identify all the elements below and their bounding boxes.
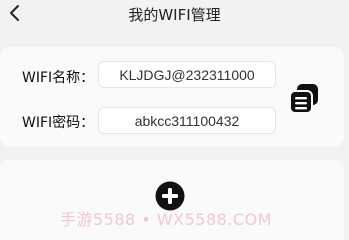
wifi-name-label: WIFI名称：	[22, 70, 95, 86]
page-title: 我的WIFI管理	[128, 6, 221, 24]
copy-button[interactable]	[287, 81, 321, 115]
watermark-text: 手游5588 • WX5588.COM	[60, 210, 272, 229]
wifi-password-label: WIFI密码：	[22, 115, 95, 131]
copy-icon	[289, 84, 318, 114]
wifi-name-field[interactable]: KLJDGJ@232311000	[98, 61, 276, 88]
header-bar: 我的WIFI管理	[0, 0, 349, 30]
wifi-password-field[interactable]: abkcc311100432	[98, 107, 276, 134]
